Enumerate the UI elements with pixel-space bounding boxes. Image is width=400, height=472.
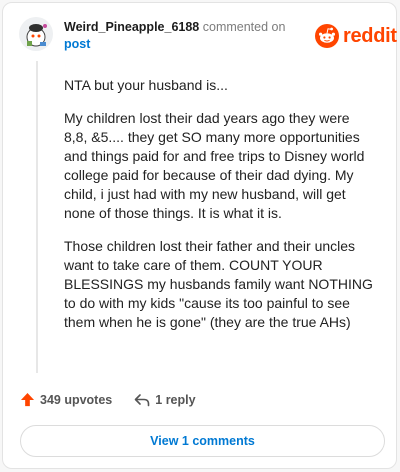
reddit-logo-text: reddit xyxy=(343,24,397,47)
user-avatar[interactable] xyxy=(19,17,53,51)
comment-body: NTA but your husband is... My children l… xyxy=(64,76,376,346)
thread-line[interactable] xyxy=(36,61,38,373)
reddit-logo-icon xyxy=(315,24,339,48)
upvote-button[interactable]: 349 upvotes xyxy=(20,392,112,407)
comment-header: Weird_Pineapple_6188 commented on xyxy=(64,20,285,34)
reddit-logo[interactable]: reddit xyxy=(315,23,397,49)
commented-on-text: commented on xyxy=(202,20,286,34)
view-comments-button[interactable]: View 1 comments xyxy=(20,425,385,457)
upvote-arrow-icon xyxy=(20,392,35,407)
upvote-count: 349 upvotes xyxy=(40,392,113,407)
comment-actions: 349 upvotes 1 reply xyxy=(20,392,196,407)
reply-arrow-icon xyxy=(134,393,150,406)
comment-paragraph: Those children lost their father and the… xyxy=(64,238,373,330)
comment-card: Weird_Pineapple_6188 commented on post r… xyxy=(2,2,397,469)
reply-button[interactable]: 1 reply xyxy=(134,392,196,407)
comment-paragraph: My children lost their dad years ago the… xyxy=(64,110,365,221)
comment-paragraph: NTA but your husband is... xyxy=(64,77,228,93)
post-link[interactable]: post xyxy=(64,37,90,51)
username-link[interactable]: Weird_Pineapple_6188 xyxy=(64,20,199,34)
reply-count: 1 reply xyxy=(155,392,196,407)
